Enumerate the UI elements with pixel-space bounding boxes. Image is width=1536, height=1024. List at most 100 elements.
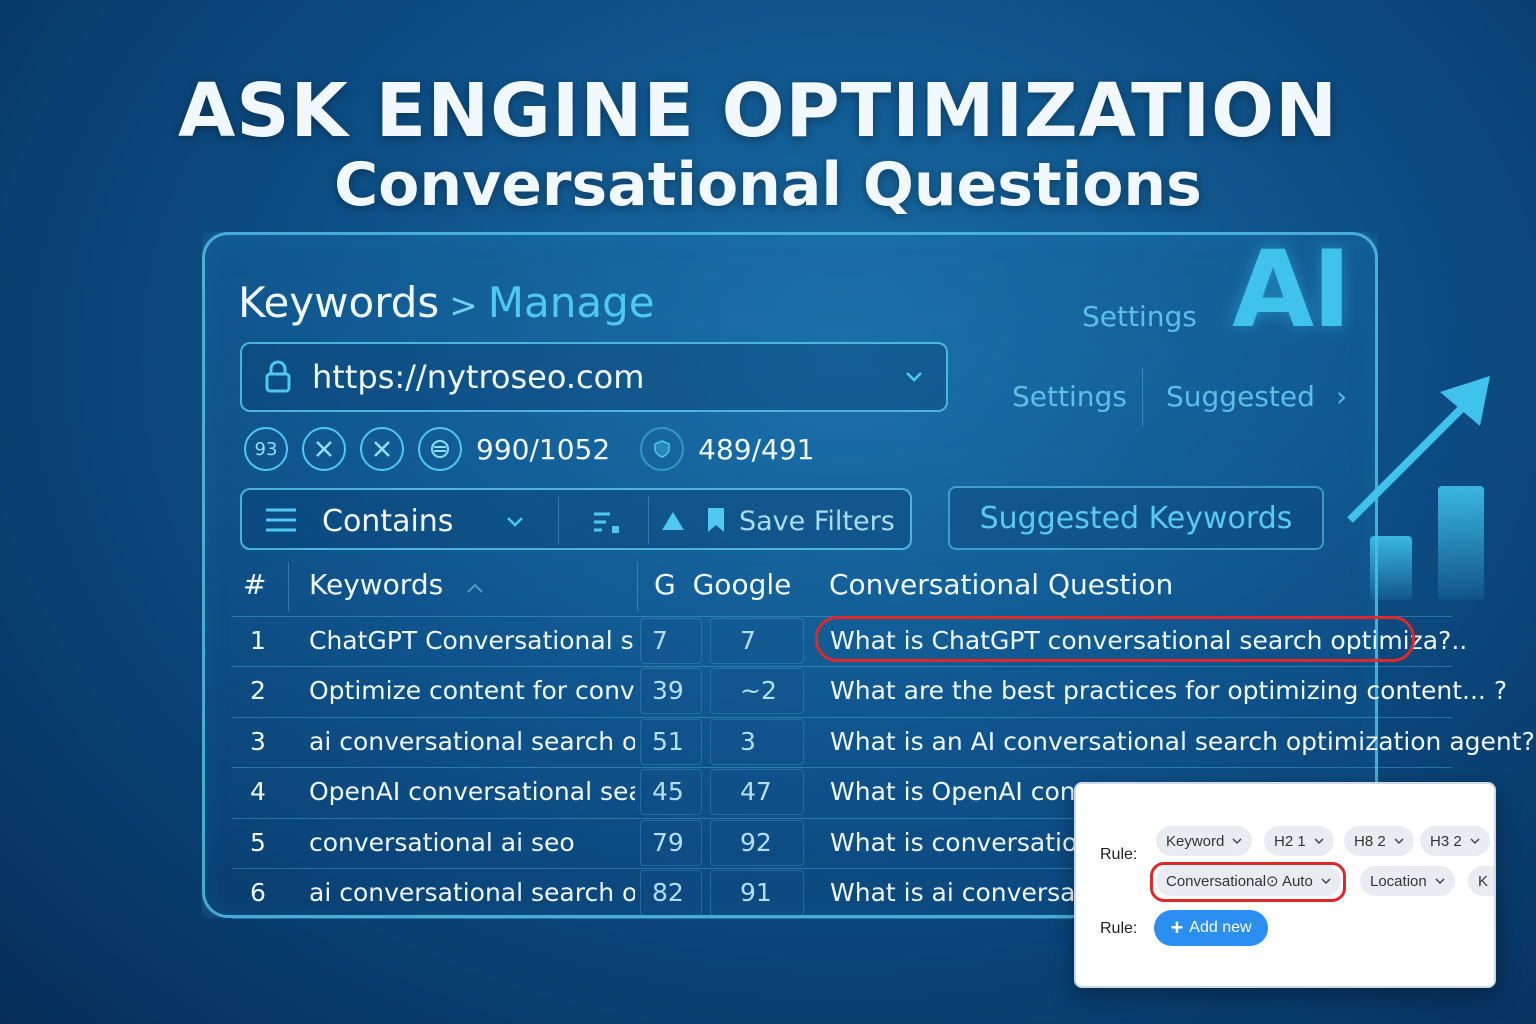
sort-up-icon[interactable] [466, 582, 484, 594]
breadcrumb: Keywords > Manage [238, 278, 655, 327]
save-filters-button[interactable]: Save Filters [739, 506, 895, 537]
row-google-rank: 47 [740, 777, 772, 807]
chevron-down-icon[interactable] [904, 366, 924, 386]
rule-pill-h8[interactable]: H8 2 [1344, 826, 1414, 856]
row-index: 6 [250, 878, 266, 907]
row-volume: 51 [652, 726, 684, 756]
row-keyword[interactable]: ai conversational search opti... [309, 878, 635, 907]
row-volume: 82 [652, 878, 684, 907]
close-icon[interactable] [302, 427, 346, 471]
row-index: 5 [250, 827, 266, 857]
row-divider [232, 767, 1452, 769]
chevron-down-icon [1435, 878, 1445, 885]
bookmark-icon [708, 508, 724, 532]
row-google-rank: ~2 [740, 676, 777, 706]
row-keyword[interactable]: OpenAI conversational searc... [309, 777, 635, 806]
settings-link-top[interactable]: Settings [1082, 300, 1197, 333]
col-header-index: # [243, 568, 267, 601]
pill-label: H8 2 [1354, 832, 1386, 850]
rule-pill-h2[interactable]: H2 1 [1264, 826, 1334, 856]
column-divider [288, 562, 289, 612]
chevron-down-icon [1470, 838, 1480, 845]
hero-title: ASK ENGINE OPTIMIZATION [177, 68, 1339, 154]
menu-icon[interactable] [264, 506, 298, 534]
row-keyword[interactable]: ChatGPT Conversational se... [309, 626, 635, 655]
row-question[interactable]: What is an AI conversational search opti… [830, 727, 1535, 756]
rule-label: Rule: [1100, 846, 1138, 863]
highlight-annotation [815, 616, 1415, 662]
filter-bar: Contains Save Filters [240, 488, 912, 550]
pill-label: H2 1 [1274, 832, 1306, 850]
row-volume: 7 [652, 626, 668, 655]
row-google-rank: 92 [740, 827, 772, 857]
breadcrumb-current: Manage [487, 278, 655, 327]
rule-pill-k[interactable]: K [1468, 866, 1494, 896]
stat-pages: 990/1052 [476, 432, 611, 466]
rule-pill-h3[interactable]: H3 2 [1420, 826, 1490, 856]
row-volume: 79 [652, 827, 684, 857]
rule-pill-keyword[interactable]: Keyword [1156, 826, 1253, 856]
tab-suggested[interactable]: Suggested [1166, 380, 1315, 413]
url-field[interactable]: https://nytroseo.com [240, 342, 948, 412]
chevron-down-icon [1314, 838, 1324, 845]
row-google-rank: 91 [740, 878, 772, 907]
row-keyword[interactable]: ai conversational search opt... [309, 727, 635, 756]
plus-icon: + [1170, 915, 1184, 940]
chevron-down-icon[interactable] [506, 512, 524, 530]
rule-pill-location[interactable]: Location [1360, 866, 1455, 896]
row-keyword[interactable]: Optimize content for conve... [309, 676, 635, 705]
growth-chart-icon [1347, 376, 1490, 600]
row-question[interactable]: What is conversationa [830, 828, 1108, 857]
pill-label: Keyword [1166, 832, 1225, 850]
row-index: 1 [250, 626, 266, 655]
pill-label: K [1478, 872, 1489, 890]
col-header-keywords[interactable]: Keywords [309, 568, 484, 601]
tab-divider [1142, 368, 1143, 426]
row-volume: 39 [652, 676, 684, 706]
breadcrumb-root[interactable]: Keywords [238, 278, 439, 327]
stats-row: 93 990/1052 489/491 [244, 426, 844, 472]
cell-box [710, 618, 804, 664]
add-new-label: Add new [1189, 919, 1252, 936]
row-question[interactable]: What are the best practices for optimizi… [830, 676, 1507, 705]
row-index: 3 [250, 726, 266, 756]
pill-label: Location [1370, 872, 1427, 890]
row-question[interactable]: What is OpenAI conve [830, 777, 1106, 806]
row-index: 2 [250, 676, 266, 706]
column-divider [637, 562, 638, 612]
filter-mode-select[interactable]: Contains [322, 504, 453, 539]
breadcrumb-separator: > [449, 286, 478, 326]
suggested-keywords-button[interactable]: Suggested Keywords [948, 486, 1324, 550]
ai-logo: AI [1232, 228, 1351, 351]
pill-label: H3 2 [1430, 832, 1462, 850]
chevron-down-icon [1232, 838, 1242, 845]
col-header-question: Conversational Question [829, 568, 1174, 601]
add-new-button[interactable]: + Add new [1154, 910, 1268, 946]
row-divider [232, 666, 1452, 668]
tab-settings[interactable]: Settings [1012, 380, 1127, 413]
google-g-icon: G [654, 568, 676, 601]
filter-up-icon[interactable] [660, 510, 686, 532]
cell-box [710, 718, 804, 765]
row-index: 4 [250, 777, 266, 807]
stat-indexed: 489/491 [698, 432, 815, 466]
row-divider [232, 716, 1452, 718]
hero-subtitle: Conversational Questions [334, 150, 1202, 220]
sort-icon[interactable] [592, 510, 622, 536]
shield-icon [640, 427, 685, 471]
row-question[interactable]: What is ai conversati [830, 878, 1092, 907]
cell-box [640, 618, 702, 664]
close-icon[interactable] [360, 427, 404, 471]
col-header-google[interactable]: G Google [654, 568, 791, 601]
col-header-keywords-label: Keywords [309, 568, 444, 601]
row-keyword[interactable]: conversational ai seo [309, 828, 635, 857]
filter-divider [558, 496, 559, 544]
col-header-google-label: Google [692, 568, 792, 601]
url-value: https://nytroseo.com [312, 358, 645, 396]
row-divider [232, 918, 1072, 920]
row-google-rank: 3 [740, 726, 756, 756]
row-volume: 45 [652, 777, 684, 807]
chevron-down-icon [1394, 838, 1404, 845]
highlight-annotation [1150, 862, 1346, 902]
count-badge: 93 [244, 427, 288, 471]
